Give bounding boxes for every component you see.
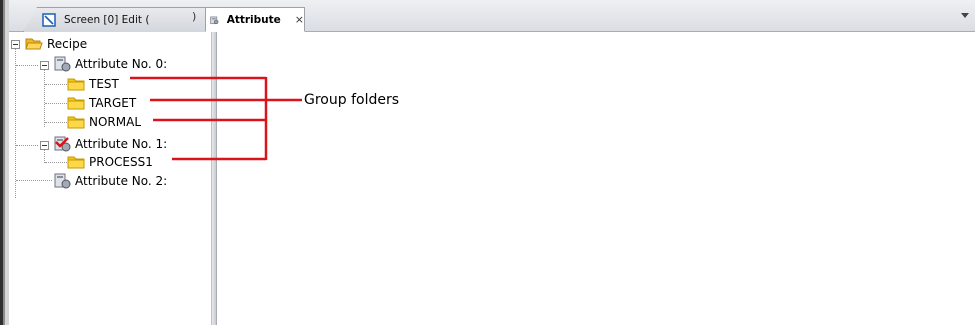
- folder-icon: [67, 78, 85, 91]
- tab-list-dropdown-icon[interactable]: [961, 13, 969, 18]
- tree-connector: [16, 65, 38, 66]
- tree-node-label: Recipe: [47, 37, 88, 51]
- attribute-node-icon: [54, 173, 71, 189]
- folder-icon: [67, 156, 85, 169]
- tree-node-attribute-2[interactable]: Attribute No. 2:: [53, 172, 167, 190]
- tree-node-label: TEST: [89, 77, 119, 91]
- document-tab-strip: Screen [0] Edit ( ) Attribute ×: [9, 0, 975, 32]
- tree-node-label: Attribute No. 1:: [75, 137, 168, 151]
- screen-edit-icon: [42, 13, 56, 27]
- window-left-frame: [0, 0, 9, 325]
- tree-node-label: PROCESS1: [89, 155, 153, 169]
- tree-node-group-process1[interactable]: PROCESS1: [67, 153, 153, 171]
- folder-icon: [67, 97, 85, 110]
- tree-collapse-toggle[interactable]: [40, 61, 49, 70]
- tree-node-group-target[interactable]: TARGET: [67, 94, 136, 112]
- tree-connector: [15, 48, 16, 198]
- tab-screen-edit-close[interactable]: ): [192, 10, 196, 23]
- tree-node-attribute-1[interactable]: Attribute No. 1:: [53, 135, 167, 153]
- tree-node-label: Attribute No. 0:: [75, 57, 168, 71]
- tree-connector: [16, 180, 52, 181]
- tree-connector: [44, 69, 45, 127]
- group-folders-label: Group folders: [304, 92, 400, 108]
- attribute-tree-pane: Recipe Attribute No. 0: TEST TARGET NORM…: [9, 32, 212, 325]
- tree-connector: [45, 103, 67, 104]
- tree-connector: [45, 122, 67, 123]
- close-icon[interactable]: ×: [295, 13, 304, 26]
- tree-node-label: TARGET: [89, 96, 137, 110]
- folder-icon: [67, 116, 85, 129]
- attribute-content-pane: [216, 32, 975, 325]
- tree-collapse-toggle[interactable]: [11, 40, 20, 49]
- tree-node-label: Attribute No. 2:: [75, 174, 168, 188]
- tree-node-label: NORMAL: [89, 115, 142, 129]
- attribute-icon: [210, 16, 219, 24]
- attribute-node-icon: [54, 56, 71, 72]
- tree-connector: [16, 145, 38, 146]
- tree-node-group-normal[interactable]: NORMAL: [67, 113, 141, 131]
- tree-connector: [45, 84, 67, 85]
- tree-connector: [45, 162, 67, 163]
- folder-open-icon: [25, 38, 43, 50]
- tree-connector: [44, 149, 45, 163]
- tab-screen-edit[interactable]: Screen [0] Edit (: [23, 7, 207, 32]
- tab-attribute-label: Attribute: [226, 13, 281, 26]
- tree-node-recipe[interactable]: Recipe: [25, 35, 87, 53]
- tree-node-group-test[interactable]: TEST: [67, 75, 119, 93]
- tree-collapse-toggle[interactable]: [40, 141, 49, 150]
- tree-node-attribute-0[interactable]: Attribute No. 0:: [53, 55, 167, 73]
- attribute-node-checked-icon: [54, 136, 71, 152]
- tab-screen-edit-label: Screen [0] Edit (: [64, 14, 150, 26]
- tab-attribute[interactable]: Attribute ×: [205, 7, 305, 32]
